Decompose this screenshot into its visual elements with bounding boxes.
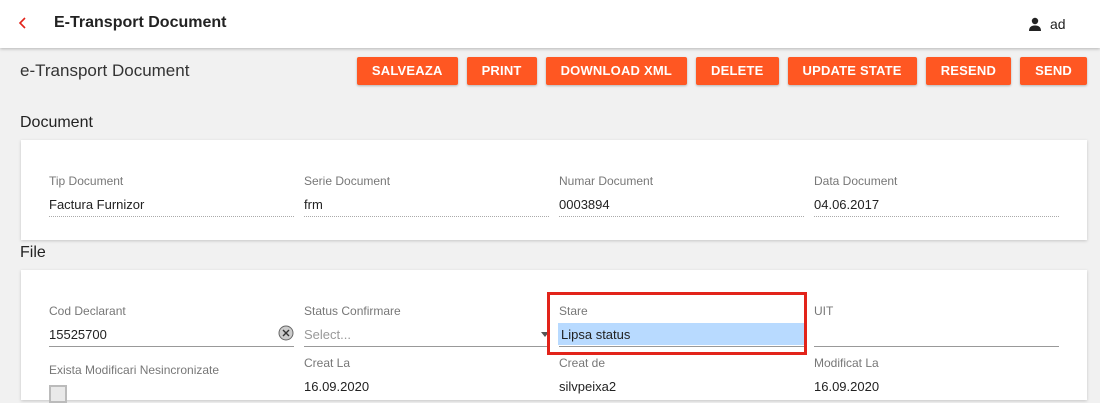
cod-declarant-value[interactable]: 15525700 bbox=[49, 327, 107, 342]
salveaza-button[interactable]: SALVEAZA bbox=[356, 57, 458, 85]
creat-la-label: Creat La bbox=[304, 356, 351, 370]
exista-modificari-checkbox[interactable] bbox=[49, 385, 67, 403]
page-title: e-Transport Document bbox=[20, 61, 190, 80]
delete-button[interactable]: DELETE bbox=[696, 57, 779, 85]
data-document-value[interactable]: 04.06.2017 bbox=[814, 197, 879, 212]
tip-document-label: Tip Document bbox=[49, 174, 124, 188]
creat-la-value: 16.09.2020 bbox=[304, 379, 370, 394]
back-arrow-icon[interactable] bbox=[16, 14, 30, 32]
creat-de-value: silvpeixa2 bbox=[559, 379, 617, 394]
data-document-label: Data Document bbox=[814, 174, 898, 188]
data-document-underline bbox=[814, 216, 1059, 217]
serie-document-label: Serie Document bbox=[304, 174, 391, 188]
modificat-la-value: 16.09.2020 bbox=[814, 379, 880, 394]
status-confirmare-underline bbox=[304, 346, 549, 347]
document-section-title: Document bbox=[20, 114, 93, 131]
serie-document-underline bbox=[304, 216, 549, 217]
exista-modificari-label: Exista Modificari Nesincronizate bbox=[49, 363, 220, 377]
resend-button[interactable]: RESEND bbox=[925, 57, 1012, 85]
action-toolbar: SALVEAZA PRINT DOWNLOAD XML DELETE UPDAT… bbox=[356, 57, 1087, 85]
uit-label: UIT bbox=[814, 304, 834, 318]
numar-document-label: Numar Document bbox=[559, 174, 654, 188]
creat-de-label: Creat de bbox=[559, 356, 606, 370]
file-section-title: File bbox=[20, 244, 46, 261]
document-card: Tip Document Factura Furnizor Serie Docu… bbox=[21, 140, 1087, 240]
modificat-la-label: Modificat La bbox=[814, 356, 879, 370]
status-confirmare-label: Status Confirmare bbox=[304, 304, 401, 318]
cod-declarant-label: Cod Declarant bbox=[49, 304, 126, 318]
numar-document-underline bbox=[559, 216, 804, 217]
tip-document-underline bbox=[49, 216, 294, 217]
top-app-bar: E-Transport Document ad bbox=[0, 0, 1100, 48]
uit-underline bbox=[814, 346, 1059, 347]
annotation-highlight-box bbox=[547, 292, 807, 355]
download-xml-button[interactable]: DOWNLOAD XML bbox=[545, 57, 688, 85]
clear-icon[interactable] bbox=[278, 325, 294, 341]
cod-declarant-underline bbox=[49, 346, 294, 347]
user-name: ad bbox=[1050, 16, 1066, 32]
user-menu[interactable]: ad bbox=[1028, 14, 1066, 34]
update-state-button[interactable]: UPDATE STATE bbox=[787, 57, 917, 85]
status-confirmare-placeholder[interactable]: Select... bbox=[304, 327, 351, 342]
app-title: E-Transport Document bbox=[54, 14, 227, 31]
tip-document-value[interactable]: Factura Furnizor bbox=[49, 197, 144, 212]
numar-document-value[interactable]: 0003894 bbox=[559, 197, 610, 212]
user-icon bbox=[1029, 17, 1041, 31]
serie-document-value[interactable]: frm bbox=[304, 197, 323, 212]
send-button[interactable]: SEND bbox=[1020, 57, 1087, 85]
print-button[interactable]: PRINT bbox=[466, 57, 537, 85]
